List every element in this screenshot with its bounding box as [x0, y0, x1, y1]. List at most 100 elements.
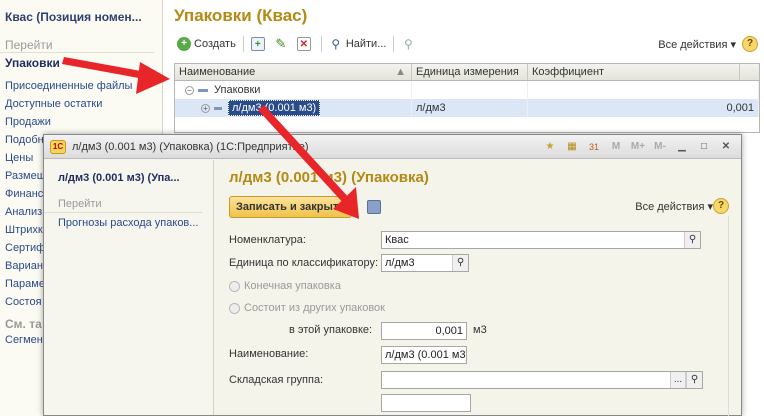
create-label: Создать [194, 38, 236, 50]
copy-button[interactable]: + [248, 34, 271, 54]
memory-icon[interactable]: M [608, 139, 624, 155]
warehouse-group-field[interactable]: ... ⚲ [381, 371, 703, 389]
collapse-icon[interactable]: − [185, 85, 194, 95]
nomenclature-field[interactable]: Квас ⚲ [381, 231, 701, 249]
cancel-search-icon: ⚲ [403, 37, 413, 51]
pencil-icon: ✎ [275, 36, 287, 51]
folder-icon [198, 88, 208, 92]
search-icon[interactable]: ⚲ [684, 232, 700, 248]
radio-final-label: Конечная упаковка [244, 280, 341, 292]
column-header-name[interactable]: Наименование ▲ [175, 64, 412, 80]
column-header-label: Наименование [179, 66, 256, 78]
save-icon[interactable] [367, 200, 381, 214]
cell-unit: л/дм3 [412, 99, 528, 117]
memory-plus-icon[interactable]: M+ [630, 139, 646, 155]
save-and-close-button[interactable]: Записать и закрыть [229, 196, 353, 218]
nav-section-go: Перейти [0, 24, 154, 53]
search-icon[interactable]: ⚲ [452, 255, 468, 271]
all-actions-button[interactable]: Все действия ▾ [658, 38, 736, 51]
cell-name-text: Упаковки [214, 84, 261, 96]
form-all-actions-button[interactable]: Все действия ▾ [635, 200, 713, 213]
table-row-selected[interactable]: + л/дм3 (0.001 м3) л/дм3 0,001 [175, 99, 759, 117]
calendar-icon[interactable]: 31 [586, 139, 602, 155]
nav-item[interactable]: Присоединенные файлы [0, 77, 162, 95]
window-title: л/дм3 (0.001 м3) (Упаковка) (1С:Предприя… [72, 140, 309, 153]
nomenclature-value: Квас [385, 234, 409, 246]
radio-composite-package[interactable]: Состоит из других упаковок [229, 298, 385, 318]
create-button[interactable]: + Создать [174, 34, 239, 54]
search-icon: ⚲ [331, 37, 341, 51]
unit-classifier-field[interactable]: л/дм3 ⚲ [381, 254, 469, 272]
toolbar-separator [242, 36, 244, 52]
toolbar-separator [320, 36, 322, 52]
item-icon [214, 106, 222, 110]
window-titlebar: 1С л/дм3 (0.001 м3) (Упаковка) (1С:Предп… [44, 135, 741, 159]
sort-icon: ▲ [395, 66, 406, 78]
partial-field[interactable] [381, 394, 471, 412]
radio-icon [229, 302, 240, 314]
form-scrollbar[interactable] [728, 216, 738, 416]
close-icon[interactable]: ✕ [718, 139, 734, 155]
favorite-icon[interactable]: ★ [542, 139, 558, 155]
list-toolbar: + Создать + ✎ ✕ ⚲ Найти... ⚲ Все действи… [174, 32, 758, 56]
memory-minus-icon[interactable]: M- [652, 139, 668, 155]
in-pack-label: в этой упаковке: [289, 324, 373, 336]
column-header-filler [740, 64, 759, 80]
delete-button[interactable]: ✕ [294, 34, 317, 54]
column-header-unit[interactable]: Единица измерения [412, 64, 528, 80]
app-logo-icon: 1С [50, 139, 66, 154]
unit-classifier-value: л/дм3 [385, 257, 415, 269]
minimize-icon[interactable]: ▁ [674, 139, 690, 155]
nav-item-packages[interactable]: Упаковки [0, 53, 162, 70]
select-button[interactable]: ... [670, 372, 686, 388]
nav-item[interactable]: Продажи [0, 113, 162, 131]
add-icon: + [177, 37, 191, 51]
cell-name: − Упаковки [175, 81, 412, 99]
titlebar-icons: ★ ▦ 31 M M+ M- ▁ □ ✕ [539, 139, 737, 155]
nomenclature-label: Номенклатура: [229, 234, 306, 246]
radio-composite-label: Состоит из других упаковок [244, 302, 385, 314]
cell-name: + л/дм3 (0.001 м3) [175, 99, 412, 117]
form-all-actions-label: Все действия [635, 201, 705, 213]
cell-name-text: л/дм3 (0.001 м3) [228, 100, 321, 116]
name-label: Наименование: [229, 348, 309, 360]
table-row[interactable]: − Упаковки [175, 81, 759, 99]
find-label: Найти... [345, 38, 387, 50]
object-title: Квас (Позиция номен... [5, 10, 142, 24]
page-title: Упаковки (Квас) [174, 6, 308, 25]
name-field[interactable]: л/дм3 (0.001 м3) [381, 346, 467, 364]
package-form-window: 1С л/дм3 (0.001 м3) (Упаковка) (1С:Предп… [43, 134, 742, 416]
warehouse-group-label: Складская группа: [229, 374, 324, 386]
form-nav-panel: л/дм3 (0.001 м3) (Упа... Перейти Прогноз… [44, 160, 214, 415]
search-icon[interactable]: ⚲ [686, 372, 702, 388]
form-nav-section-go: Перейти [44, 184, 203, 213]
cell-coef: 0,001 [528, 99, 759, 117]
toolbar-separator [393, 36, 395, 52]
maximize-icon[interactable]: □ [696, 139, 712, 155]
form-nav-item-forecasts[interactable]: Прогнозы расхода упаков... [44, 213, 213, 229]
form-nav-title: л/дм3 (0.001 м3) (Упа... [58, 172, 180, 184]
find-button[interactable]: ⚲ Найти... [326, 34, 390, 54]
calculator-icon[interactable]: ▦ [564, 139, 580, 155]
toolbar-right: Все действия ▾ ? [658, 36, 758, 52]
in-pack-field[interactable]: 0,001 [381, 322, 467, 340]
radio-final-package[interactable]: Конечная упаковка [229, 276, 341, 296]
expand-icon[interactable]: + [201, 103, 210, 113]
cell-unit [412, 81, 528, 99]
in-pack-unit: м3 [473, 324, 487, 336]
unit-classifier-label: Единица по классификатору: [229, 257, 379, 269]
table-header: Наименование ▲ Единица измерения Коэффици… [175, 64, 759, 81]
help-button[interactable]: ? [742, 36, 758, 52]
form-help-button[interactable]: ? [713, 198, 729, 214]
form-title: л/дм3 (0.001 м3) (Упаковка) [229, 169, 429, 186]
cell-coef [528, 81, 759, 99]
edit-button[interactable]: ✎ [271, 34, 294, 54]
all-actions-label: Все действия [658, 38, 728, 51]
delete-icon: ✕ [296, 37, 311, 51]
copy-icon: + [250, 37, 265, 51]
cancel-search-button[interactable]: ⚲ [398, 34, 421, 54]
column-header-coef[interactable]: Коэффициент [528, 64, 740, 80]
packages-table: Наименование ▲ Единица измерения Коэффици… [174, 63, 760, 133]
radio-icon [229, 280, 240, 292]
nav-item[interactable]: Доступные остатки [0, 95, 162, 113]
